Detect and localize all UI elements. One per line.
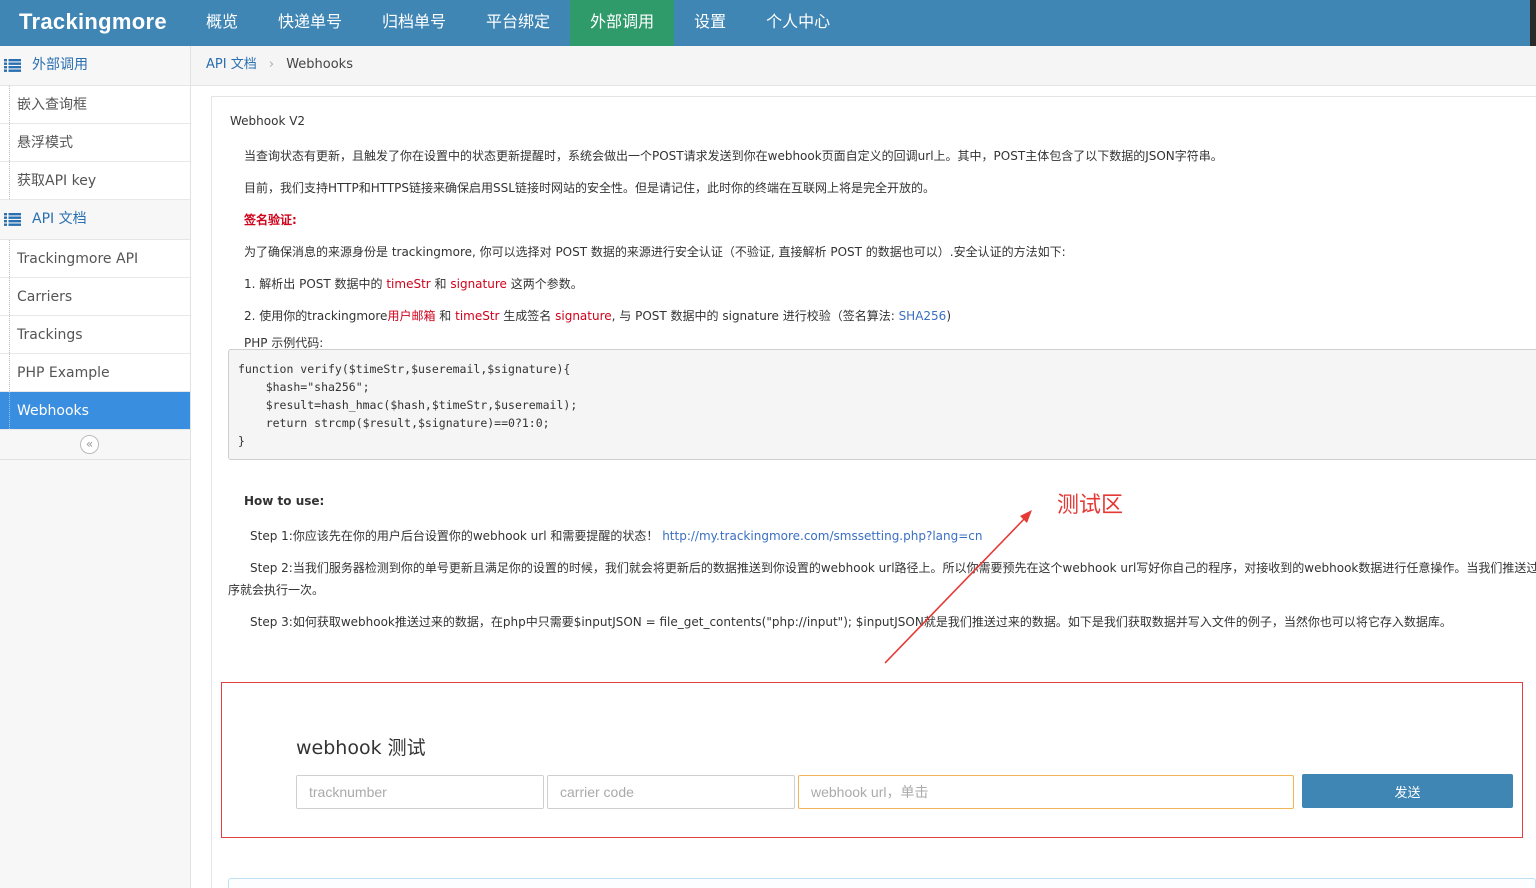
sidebar-item-carriers[interactable]: Carriers bbox=[0, 278, 190, 316]
webhook-url-input[interactable] bbox=[798, 775, 1294, 809]
webhook-test-panel: webhook 测试 发送 bbox=[221, 682, 1523, 838]
step-2-line-2: 序就会执行一次。 bbox=[228, 583, 325, 597]
sidebar-item-get-api-key[interactable]: 获取API key bbox=[0, 162, 190, 200]
next-panel-edge bbox=[228, 878, 1536, 888]
breadcrumb-separator: › bbox=[268, 57, 275, 72]
param-user-email: 用户邮箱 bbox=[387, 309, 436, 323]
text: , 与 POST 数据中的 signature 进行校验（签名算法: bbox=[611, 309, 899, 323]
param-signature: signature bbox=[450, 277, 507, 291]
webhook-test-title: webhook 测试 bbox=[296, 737, 426, 759]
text: 2. 使用你的trackingmore bbox=[244, 309, 388, 323]
sidebar-section-label: 外部调用 bbox=[32, 57, 88, 73]
text: 生成签名 bbox=[499, 309, 556, 323]
sidebar-item-floating-mode[interactable]: 悬浮模式 bbox=[0, 124, 190, 162]
tracknumber-input[interactable] bbox=[296, 775, 544, 809]
text: 和 bbox=[435, 309, 456, 323]
doc-title: Webhook V2 bbox=[230, 114, 306, 128]
breadcrumb: API 文档 › Webhooks bbox=[191, 46, 1536, 86]
param-timestr: timeStr bbox=[455, 309, 500, 323]
nav-tracking-numbers[interactable]: 快递单号 bbox=[258, 0, 362, 46]
main-nav: 概览 快递单号 归档单号 平台绑定 外部调用 设置 个人中心 bbox=[186, 0, 850, 46]
nav-overview[interactable]: 概览 bbox=[186, 0, 258, 46]
breadcrumb-current: Webhooks bbox=[286, 57, 353, 72]
nav-settings[interactable]: 设置 bbox=[674, 0, 746, 46]
text: ) bbox=[946, 309, 952, 323]
nav-profile[interactable]: 个人中心 bbox=[746, 0, 850, 46]
code-line: return strcmp($result,$signature)==0?1:0… bbox=[238, 416, 550, 430]
param-signature: signature bbox=[555, 309, 612, 323]
sha256-link[interactable]: SHA256 bbox=[899, 309, 947, 323]
test-area-annotation: 测试区 bbox=[1057, 493, 1124, 518]
sidebar-section-api-docs[interactable]: API 文档 bbox=[0, 200, 190, 240]
doc-paragraph-signature: 为了确保消息的来源身份是 trackingmore, 你可以选择对 POST 数… bbox=[244, 245, 1066, 259]
sidebar-section-label: API 文档 bbox=[32, 211, 87, 227]
code-line: $hash="sha256"; bbox=[238, 380, 370, 394]
text: 1. 解析出 POST 数据中的 bbox=[244, 277, 387, 291]
top-navbar: Trackingmore 概览 快递单号 归档单号 平台绑定 外部调用 设置 个… bbox=[0, 0, 1536, 46]
list-icon bbox=[4, 213, 21, 226]
breadcrumb-api-docs[interactable]: API 文档 bbox=[206, 57, 257, 72]
param-timestr: timeStr bbox=[386, 277, 431, 291]
doc-paragraph-ssl: 目前，我们支持HTTP和HTTPS链接来确保启用SSL链接时网站的安全性。但是请… bbox=[244, 181, 935, 195]
nav-external-api[interactable]: 外部调用 bbox=[570, 0, 675, 46]
list-icon bbox=[4, 59, 21, 72]
signature-heading: 签名验证: bbox=[244, 213, 297, 227]
step-1: Step 1:你应该先在你的用户后台设置你的webhook url 和需要提醒的… bbox=[250, 527, 983, 544]
signature-step-1: 1. 解析出 POST 数据中的 timeStr 和 signature 这两个… bbox=[244, 275, 583, 292]
step-2-line-1: Step 2:当我们服务器检测到你的单号更新且满足你的设置的时候，我们就会将更新… bbox=[250, 561, 1536, 575]
carrier-code-input[interactable] bbox=[547, 775, 795, 809]
code-line: function verify($timeStr,$useremail,$sig… bbox=[238, 362, 571, 376]
window-edge bbox=[1530, 0, 1536, 46]
app-logo[interactable]: Trackingmore bbox=[19, 9, 167, 35]
code-line: } bbox=[238, 434, 245, 448]
step-1-text: Step 1:你应该先在你的用户后台设置你的webhook url 和需要提醒的… bbox=[250, 529, 663, 543]
collapse-sidebar-icon[interactable]: « bbox=[80, 435, 99, 454]
how-to-use-heading: How to use: bbox=[244, 494, 325, 508]
sidebar-item-trackingmore-api[interactable]: Trackingmore API bbox=[0, 240, 190, 278]
text: 和 bbox=[430, 277, 451, 291]
text: 这两个参数。 bbox=[506, 277, 583, 291]
sidebar-collapse-row: « bbox=[0, 430, 190, 460]
sidebar-section-external[interactable]: 外部调用 bbox=[0, 46, 190, 86]
sidebar-item-webhooks[interactable]: Webhooks bbox=[0, 392, 190, 430]
sidebar: 外部调用 嵌入查询框 悬浮模式 获取API key API 文档 Trackin… bbox=[0, 46, 191, 888]
nav-archived-numbers[interactable]: 归档单号 bbox=[362, 0, 466, 46]
nav-platform-binding[interactable]: 平台绑定 bbox=[466, 0, 570, 46]
sidebar-item-php-example[interactable]: PHP Example bbox=[0, 354, 190, 392]
step-3: Step 3:如何获取webhook推送过来的数据，在php中只需要$input… bbox=[250, 615, 1452, 629]
code-line: $result=hash_hmac($hash,$timeStr,$userem… bbox=[238, 398, 578, 412]
signature-step-2: 2. 使用你的trackingmore用户邮箱 和 timeStr 生成签名 s… bbox=[244, 307, 951, 324]
sidebar-item-trackings[interactable]: Trackings bbox=[0, 316, 190, 354]
php-code-block: function verify($timeStr,$useremail,$sig… bbox=[228, 349, 1536, 460]
send-button[interactable]: 发送 bbox=[1302, 774, 1513, 808]
sms-setting-link[interactable]: http://my.trackingmore.com/smssetting.ph… bbox=[662, 529, 982, 543]
doc-paragraph-intro: 当查询状态有更新，且触发了你在设置中的状态更新提醒时，系统会做出一个POST请求… bbox=[244, 149, 1223, 163]
sidebar-item-embed-search[interactable]: 嵌入查询框 bbox=[0, 86, 190, 124]
